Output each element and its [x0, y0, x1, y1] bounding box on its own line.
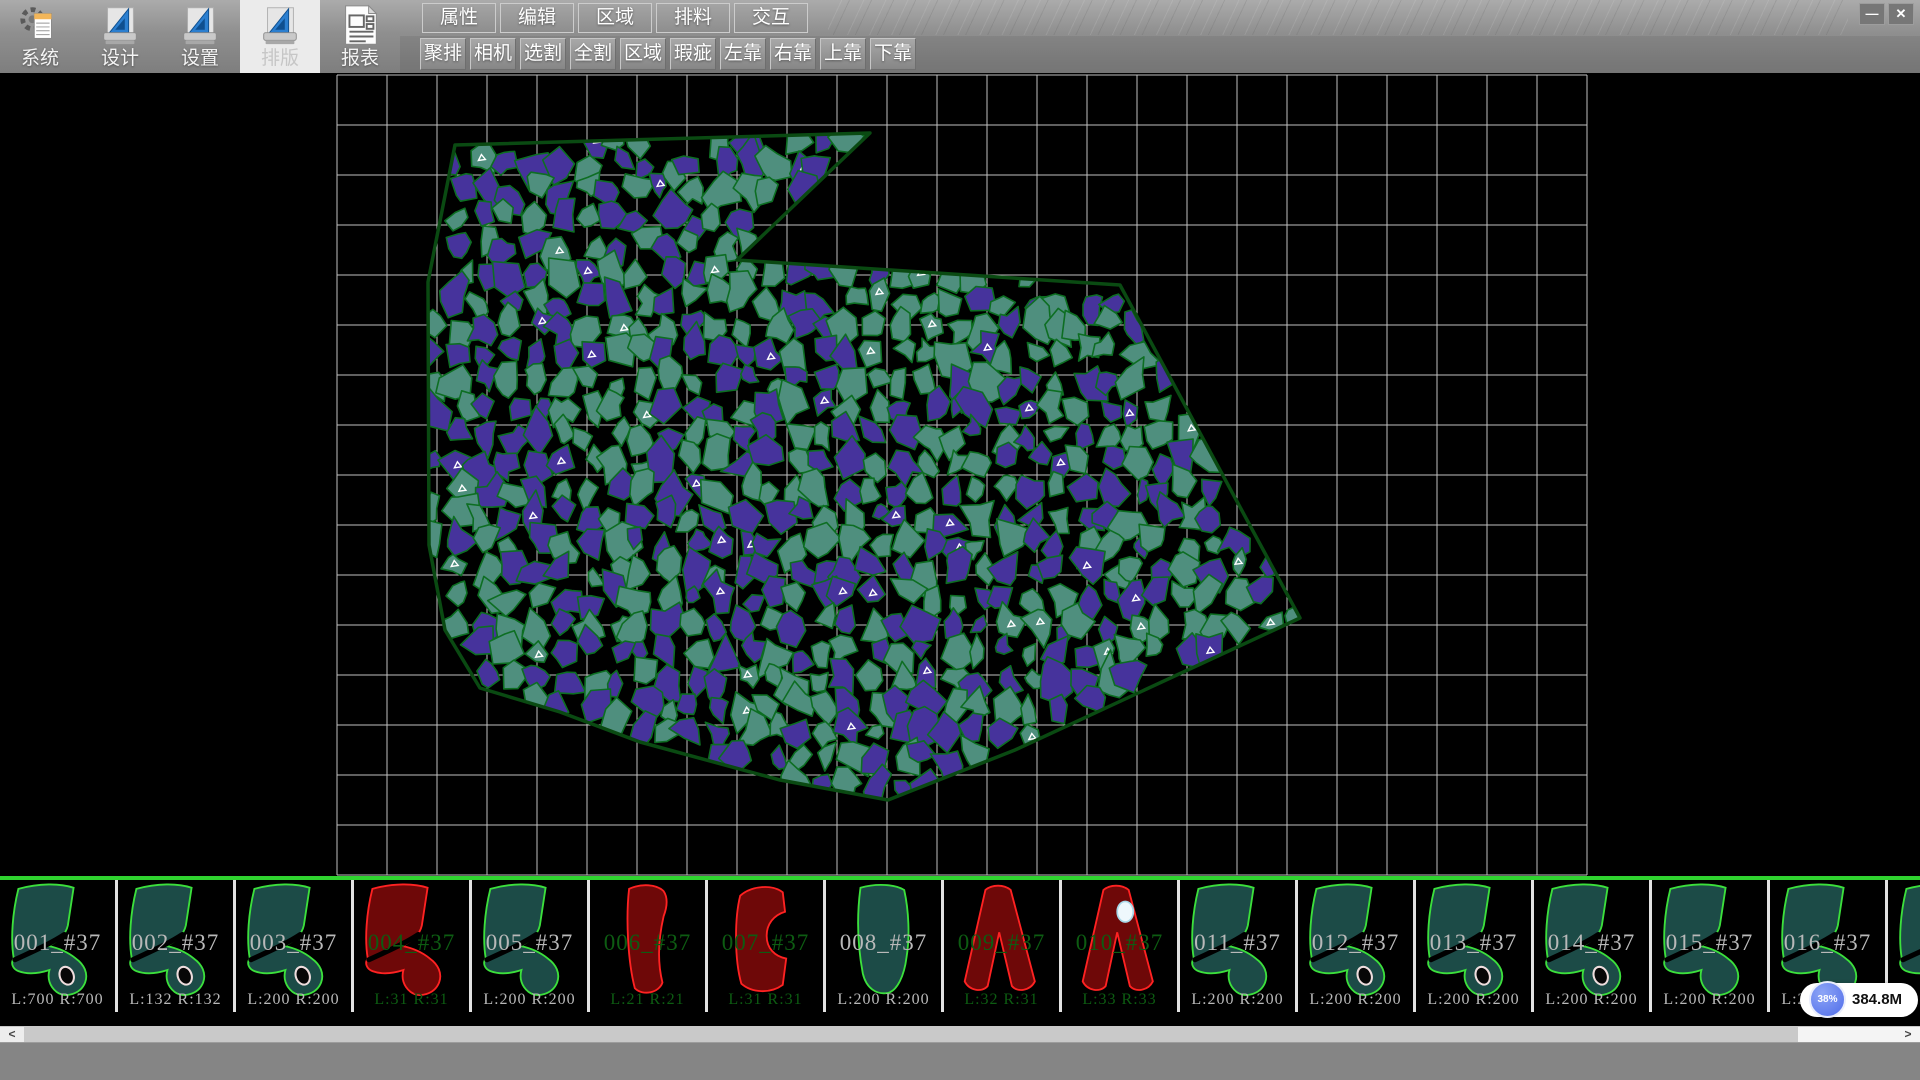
hide-nesting-view [0, 73, 1920, 876]
app-tab-label: 报表 [320, 43, 400, 70]
strip-piece-cell[interactable]: 001_#37 L:700 R:700 [0, 880, 118, 1012]
ruler-icon [97, 2, 143, 48]
strip-piece-cell[interactable]: 013_#37 L:200 R:200 [1416, 880, 1534, 1012]
piece-id-label: 015_#37 [1652, 930, 1767, 956]
piece-id-label: 008_#37 [826, 930, 941, 956]
piece-counts-label: L:32 R:31 [944, 991, 1059, 1009]
piece-id-label: 0 [1888, 930, 1920, 956]
strip-piece-cell[interactable]: 011_#37 L:200 R:200 [1180, 880, 1298, 1012]
strip-piece-cell[interactable]: 009_#37 L:32 R:31 [944, 880, 1062, 1012]
strip-piece-cell[interactable]: 010_#37 L:33 R:33 [1062, 880, 1180, 1012]
report-icon [337, 2, 383, 48]
ruler-icon [177, 2, 223, 48]
app-tab-label: 系统 [0, 43, 80, 70]
close-button[interactable]: ✕ [1888, 3, 1914, 25]
piece-id-label: 006_#37 [590, 930, 705, 956]
piece-counts-label: L:33 R:33 [1062, 991, 1177, 1009]
piece-counts-label: L:21 R:21 [590, 991, 705, 1009]
piece-id-label: 011_#37 [1180, 930, 1295, 956]
menu-button-编辑[interactable]: 编辑 [500, 3, 574, 33]
memory-size-label: 384.8M [1852, 983, 1902, 1017]
tool-button-右靠[interactable]: 右靠 [770, 38, 816, 70]
menu-row: 属性编辑区域排料交互 [422, 3, 808, 33]
piece-counts-label: L:700 R:700 [0, 991, 115, 1009]
piece-id-label: 014_#37 [1534, 930, 1649, 956]
tool-button-全割[interactable]: 全割 [570, 38, 616, 70]
app-mode-tabs: 系统 设计 设置 排版 [0, 0, 400, 73]
tool-button-相机[interactable]: 相机 [470, 38, 516, 70]
piece-counts-label: L:200 R:200 [1180, 991, 1295, 1009]
menu-button-区域[interactable]: 区域 [578, 3, 652, 33]
tool-button-区域[interactable]: 区域 [620, 38, 666, 70]
horizontal-scrollbar[interactable]: < > [0, 1026, 1920, 1042]
scroll-right-arrow[interactable]: > [1896, 1027, 1920, 1043]
strip-piece-cell[interactable]: 014_#37 L:200 R:200 [1534, 880, 1652, 1012]
strip-piece-cell[interactable]: 005_#37 L:200 R:200 [472, 880, 590, 1012]
scrollbar-thumb[interactable] [24, 1027, 1798, 1043]
strip-piece-cell[interactable]: 012_#37 L:200 R:200 [1298, 880, 1416, 1012]
piece-counts-label: L:132 R:132 [118, 991, 233, 1009]
menu-button-属性[interactable]: 属性 [422, 3, 496, 33]
strip-piece-cell[interactable]: 004_#37 L:31 R:31 [354, 880, 472, 1012]
app-tab-报表[interactable]: 报表 [320, 0, 400, 73]
piece-counts-label: L:200 R:200 [1298, 991, 1413, 1009]
piece-counts-label: L:31 R:31 [354, 991, 469, 1009]
menu-button-排料[interactable]: 排料 [656, 3, 730, 33]
status-bar [0, 1042, 1920, 1080]
nesting-canvas[interactable] [0, 73, 1920, 876]
piece-thumbnail-strip: 001_#37L:700 R:700002_#37L:132 R:132003_… [0, 880, 1920, 1012]
minimize-button[interactable]: — [1859, 3, 1885, 25]
piece-id-label: 012_#37 [1298, 930, 1413, 956]
titlebar-texture [828, 0, 1848, 35]
tool-button-聚排[interactable]: 聚排 [420, 38, 466, 70]
piece-id-label: 010_#37 [1062, 930, 1177, 956]
piece-counts-label: L:200 R:200 [826, 991, 941, 1009]
piece-id-label: 003_#37 [236, 930, 351, 956]
menu-button-交互[interactable]: 交互 [734, 3, 808, 33]
strip-piece-cell[interactable]: 006_#37 L:21 R:21 [590, 880, 708, 1012]
piece-counts-label: L:31 R:31 [708, 991, 823, 1009]
app-tab-label: 设置 [160, 43, 240, 70]
tool-button-选割[interactable]: 选割 [520, 38, 566, 70]
piece-counts-label: L:200 R:200 [1534, 991, 1649, 1009]
scroll-left-arrow[interactable]: < [0, 1027, 24, 1043]
piece-id-label: 016_#37 [1770, 930, 1885, 956]
piece-id-label: 005_#37 [472, 930, 587, 956]
strip-piece-cell[interactable]: 002_#37 L:132 R:132 [118, 880, 236, 1012]
strip-piece-cell[interactable]: 008_#37 L:200 R:200 [826, 880, 944, 1012]
piece-id-label: 004_#37 [354, 930, 469, 956]
app-tab-设计[interactable]: 设计 [80, 0, 160, 73]
piece-id-label: 013_#37 [1416, 930, 1531, 956]
app-window: 系统 设计 设置 排版 [0, 0, 1920, 1080]
piece-counts-label: L:200 R:200 [236, 991, 351, 1009]
ruler-icon [257, 2, 303, 48]
app-tab-label: 排版 [240, 43, 320, 70]
piece-id-label: 009_#37 [944, 930, 1059, 956]
memory-percent-badge: 38% [1809, 981, 1846, 1018]
tool-row: 聚排相机选割全割区域瑕疵左靠右靠上靠下靠 [420, 38, 916, 70]
tool-button-瑕疵[interactable]: 瑕疵 [670, 38, 716, 70]
strip-piece-cell[interactable]: 007_#37 L:31 R:31 [708, 880, 826, 1012]
main-toolbar: 系统 设计 设置 排版 [0, 0, 1920, 73]
strip-piece-cell[interactable]: 003_#37 L:200 R:200 [236, 880, 354, 1012]
tool-button-上靠[interactable]: 上靠 [820, 38, 866, 70]
system-gear-icon [17, 2, 63, 48]
piece-counts-label: L:200 R:200 [1652, 991, 1767, 1009]
app-tab-label: 设计 [80, 43, 160, 70]
piece-id-label: 002_#37 [118, 930, 233, 956]
piece-id-label: 001_#37 [0, 930, 115, 956]
tool-button-左靠[interactable]: 左靠 [720, 38, 766, 70]
piece-counts-label: L:200 R:200 [1416, 991, 1531, 1009]
piece-id-label: 007_#37 [708, 930, 823, 956]
app-tab-排版[interactable]: 排版 [240, 0, 320, 73]
piece-counts-label: L:200 R:200 [472, 991, 587, 1009]
strip-piece-cell[interactable]: 015_#37 L:200 R:200 [1652, 880, 1770, 1012]
tool-button-下靠[interactable]: 下靠 [870, 38, 916, 70]
memory-badge: 38% 384.8M [1800, 983, 1918, 1017]
app-tab-系统[interactable]: 系统 [0, 0, 80, 73]
app-tab-设置[interactable]: 设置 [160, 0, 240, 73]
